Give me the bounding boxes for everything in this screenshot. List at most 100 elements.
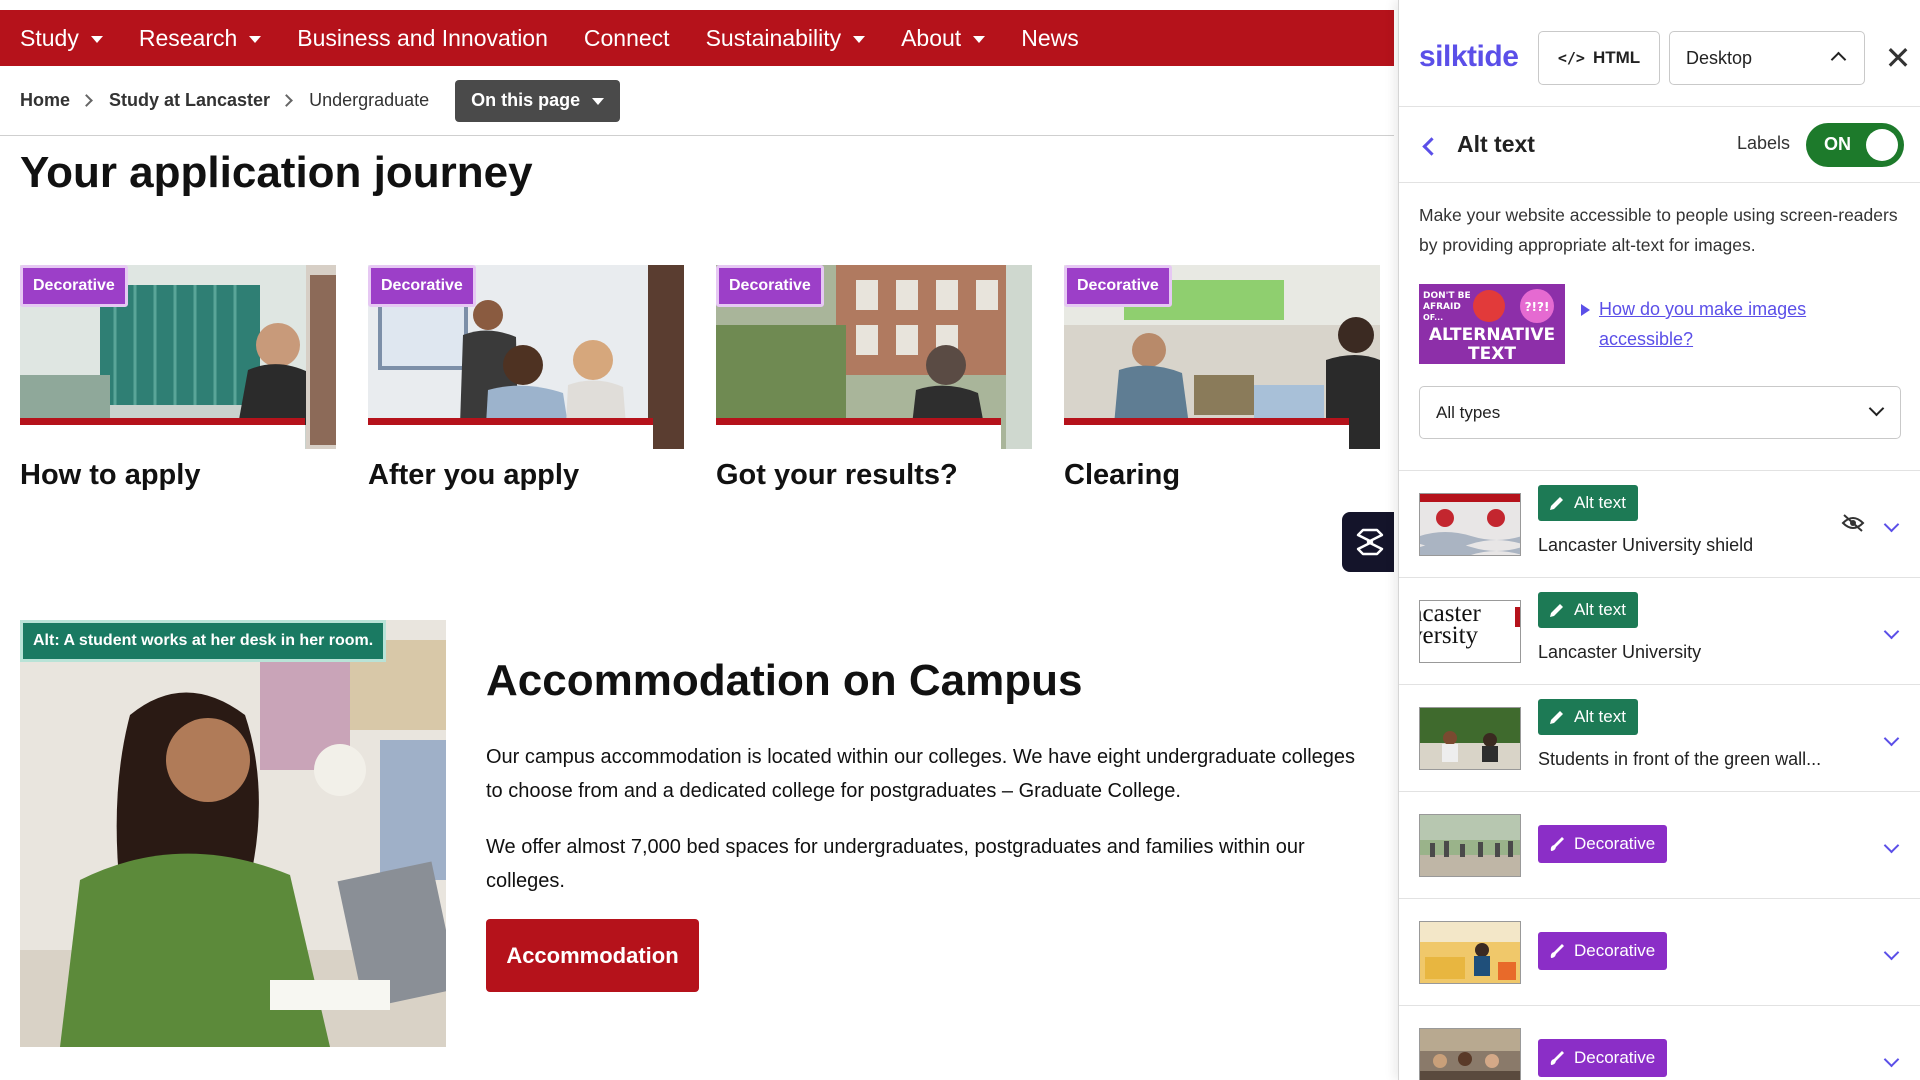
toggle-state: ON [1824,134,1851,154]
silktide-panel: silktide </> HTML Desktop ✕ Alt text Lab… [1398,0,1920,1080]
thumbnail [1419,921,1521,984]
labels-label: Labels [1737,133,1791,153]
accommodation-paragraph-2: We offer almost 7,000 bed spaces for und… [486,836,1305,892]
image-list-item[interactable]: Alt text Students in front of the green … [1399,685,1920,792]
journey-card-got-your-results[interactable]: Decorative Got your results? [716,265,1032,492]
html-button[interactable]: </> HTML [1538,31,1660,85]
image-list-item[interactable]: Decorative [1399,1006,1920,1080]
brush-icon [1550,1051,1564,1065]
svg-text:DON'T BE: DON'T BE [1423,291,1471,301]
card-accent-bar [368,418,653,425]
nav-label: Connect [583,24,670,51]
card-image-gap [20,425,305,449]
thumbnail: ncaster versity [1419,600,1521,663]
chevron-down-icon[interactable] [1883,1051,1900,1068]
caret-down-icon [592,98,605,105]
alt-text-value: Students in front of the green wall... [1538,749,1822,769]
journey-card-after-you-apply[interactable]: Decorative After you apply [368,265,684,492]
wordmark-line: versity [1420,622,1479,649]
image-list-item[interactable]: Alt text Lancaster University shield [1399,471,1920,578]
image-list-item[interactable]: ncaster versity Alt text Lancaster Unive… [1399,578,1920,685]
back-chevron-icon[interactable] [1422,137,1441,156]
close-icon[interactable]: ✕ [1883,40,1913,76]
accommodation-button[interactable]: Accommodation [486,919,699,992]
campus-crowd-thumbnail [1420,815,1520,876]
labels-toggle[interactable]: ON [1806,123,1904,167]
card-image-gap [368,425,653,449]
tag-label: Decorative [1574,834,1656,853]
nav-news[interactable]: News [1021,25,1079,52]
code-icon: </> [1557,49,1585,67]
nav-sustainability[interactable]: Sustainability [706,25,866,52]
nav-label: About [901,24,962,51]
accommodation-paragraph-1: Our campus accommodation is located with… [486,746,1356,802]
panel-description: Make your website accessible to people u… [1419,205,1898,255]
card-title: Got your results? [716,459,958,491]
panel-header: silktide </> HTML Desktop ✕ [1399,0,1920,107]
card-title: Clearing [1064,459,1181,491]
tag-label: Decorative [1574,941,1656,960]
image-list-item[interactable]: Decorative [1399,899,1920,1006]
card-image-gap [1064,425,1349,449]
image-list-item[interactable]: Decorative [1399,792,1920,899]
breadcrumb: Home Study at Lancaster Undergraduate On… [0,66,1394,136]
students-group-thumbnail [1420,1029,1520,1080]
chevron-down-icon[interactable] [1883,837,1900,854]
svg-text:ALTERNATIVE: ALTERNATIVE [1429,325,1555,345]
tag-label: Alt text [1574,493,1626,512]
card-accent-bar [1064,418,1349,425]
tag-label: Alt text [1574,600,1626,619]
card-image: Decorative [368,265,684,449]
card-image-gap [716,425,1001,449]
nav-business[interactable]: Business and Innovation [297,25,548,52]
alt-text-tag: Alt text [1538,592,1638,628]
silktide-logo: silktide [1419,40,1519,73]
student-desk-photo: Alt: A student works at her desk in her … [20,620,446,1047]
wordmark-thumbnail: ncaster versity [1420,601,1481,649]
nav-label: Study [20,24,79,51]
on-this-page-label: On this page [471,90,581,110]
panel-section-title: Alt text [1457,131,1535,157]
chevron-down-icon [1868,400,1885,417]
card-image: Decorative [1064,265,1380,449]
pencil-icon [1550,604,1563,617]
pencil-icon [1550,497,1563,510]
chevron-down-icon[interactable] [1883,730,1900,747]
decorative-badge: Decorative [716,265,824,307]
breadcrumb-study[interactable]: Study at Lancaster [109,90,270,111]
chevron-down-icon[interactable] [1883,623,1900,640]
eye-slash-icon[interactable] [1841,513,1865,538]
nav-connect[interactable]: Connect [584,25,670,52]
thumbnail [1419,1028,1521,1080]
caret-down-icon [90,35,103,43]
brush-icon [1550,837,1564,851]
brush-icon [1550,944,1564,958]
section-heading: Your application journey [20,148,533,197]
wordmark-accent [1515,607,1520,627]
breadcrumb-home[interactable]: Home [20,90,70,111]
journey-card-how-to-apply[interactable]: Decorative How to apply [20,265,336,492]
silktide-launcher-button[interactable] [1342,512,1394,572]
thumbnail [1419,814,1521,877]
nav-study[interactable]: Study [20,25,103,52]
tag-label: Decorative [1574,1048,1656,1067]
nav-about[interactable]: About [901,24,986,52]
journey-card-clearing[interactable]: Decorative Clearing [1064,265,1380,492]
shield-thumbnail [1420,494,1520,555]
chevron-down-icon[interactable] [1883,944,1900,961]
svg-text:AFRAID: AFRAID [1423,302,1461,312]
device-select[interactable]: Desktop [1669,31,1865,85]
accommodation-heading: Accommodation on Campus [486,656,1083,705]
poster-graphic: ?!?! DON'T BE AFRAID OF... ALTERNATIVE T… [1419,284,1565,364]
card-title: How to apply [20,459,201,491]
nav-label: Research [138,24,238,51]
help-link[interactable]: How do you make images accessible? [1599,294,1879,354]
thumbnail [1419,493,1521,556]
chevron-down-icon[interactable] [1883,516,1900,533]
decorative-badge: Decorative [1064,265,1172,307]
on-this-page-button[interactable]: On this page [455,79,621,122]
nav-label: Sustainability [705,24,842,51]
nav-research[interactable]: Research [138,24,262,52]
type-filter-select[interactable]: All types [1419,386,1901,439]
card-accent-bar [716,418,1001,425]
